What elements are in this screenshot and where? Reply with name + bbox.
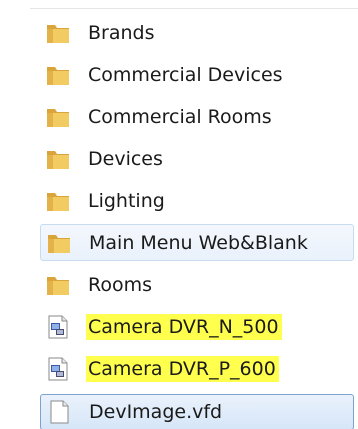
list-item-commercial-devices[interactable]: Commercial Devices [0,54,358,96]
list-top-edge [30,0,358,9]
blank-file-icon [50,400,69,424]
file-list: Brands Commercial Devices Commercial Roo… [0,12,358,429]
item-label: Camera DVR_N_500 [86,314,282,340]
item-label: Main Menu Web&Blank [89,231,308,254]
item-label: Devices [88,148,163,170]
item-label: Commercial Rooms [88,106,272,128]
list-item-camera-dvr-n-500[interactable]: Camera DVR_N_500 [0,306,358,348]
device-file-icon [48,315,68,339]
item-label: Camera DVR_P_600 [86,356,279,382]
list-item-devices[interactable]: Devices [0,138,358,180]
item-label: DevImage.vfd [89,401,223,423]
folder-icon [47,67,69,85]
device-file-icon [48,357,68,381]
folder-icon [47,25,69,43]
folder-icon [48,234,70,253]
list-item-commercial-rooms[interactable]: Commercial Rooms [0,96,358,138]
folder-icon [47,109,69,127]
item-label: Brands [88,22,155,44]
list-item-camera-dvr-p-600[interactable]: Camera DVR_P_600 [0,348,358,390]
item-label: Commercial Devices [88,64,283,86]
item-label: Rooms [88,274,153,296]
list-item-brands[interactable]: Brands [0,12,358,54]
list-item-rooms[interactable]: Rooms [0,264,358,306]
folder-icon [47,193,69,211]
folder-icon [47,151,69,169]
list-item-lighting[interactable]: Lighting [0,180,358,222]
list-item-devimage-vfd[interactable]: DevImage.vfd [40,394,354,429]
list-item-main-menu-web-blank[interactable]: Main Menu Web&Blank [40,224,354,261]
folder-icon [47,277,69,295]
item-label: Lighting [88,190,165,212]
